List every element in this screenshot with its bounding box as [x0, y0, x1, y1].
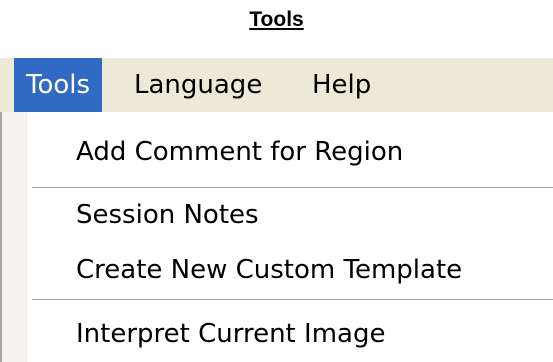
- menu-item-label: Session Notes: [76, 200, 259, 230]
- menu-item-label: Create New Custom Template: [76, 255, 463, 285]
- menu-tools[interactable]: Tools: [14, 58, 103, 113]
- menu-item-interpret-current-image[interactable]: Interpret Current Image: [2, 309, 553, 359]
- menu-item-label: Add Comment for Region: [76, 137, 404, 167]
- menu-item-add-comment-for-region[interactable]: Add Comment for Region: [2, 127, 553, 177]
- menu-item-label: Interpret Current Image: [76, 319, 386, 349]
- menu-separator: [32, 299, 553, 301]
- menu-item-session-notes[interactable]: Session Notes: [2, 190, 553, 240]
- menu-item-create-new-custom-template[interactable]: Create New Custom Template: [2, 245, 553, 295]
- menu-bar: Tools Language Help: [0, 57, 553, 113]
- menu-separator: [32, 187, 553, 189]
- tools-dropdown-menu: Add Comment for Region Session Notes Cre…: [0, 112, 553, 362]
- menu-language[interactable]: Language: [122, 58, 274, 113]
- figure-caption: Tools: [249, 8, 304, 31]
- menu-help[interactable]: Help: [300, 58, 383, 113]
